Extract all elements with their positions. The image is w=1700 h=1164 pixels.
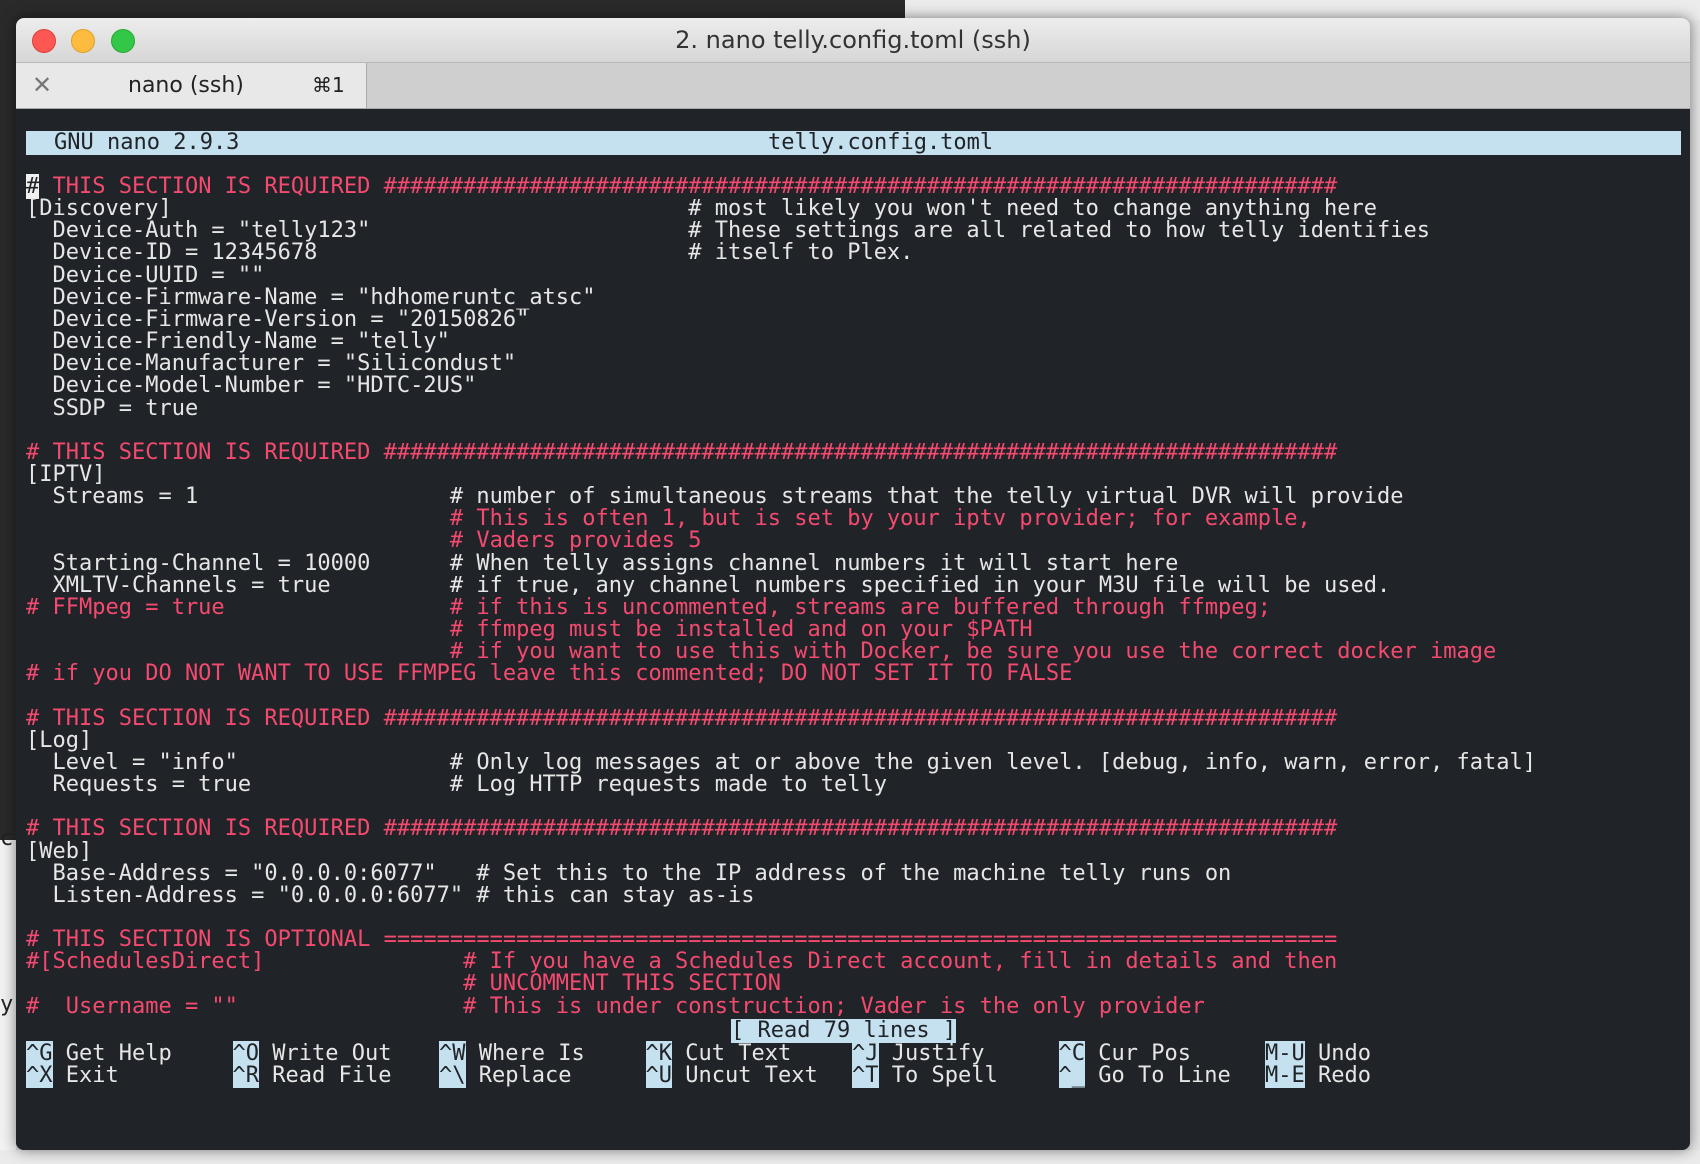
- nano-version: GNU nano 2.9.3: [54, 131, 240, 155]
- shortcut-key: ^T: [852, 1063, 879, 1088]
- nano-screen[interactable]: GNU nano 2.9.3 telly.config.toml # THIS …: [26, 131, 1681, 1136]
- title-bar[interactable]: 2. nano telly.config.toml (ssh): [16, 18, 1690, 63]
- background-left-dark: [0, 60, 16, 840]
- shortcut-key: ^R: [232, 1063, 259, 1088]
- status-message: [ Read 79 lines ]: [731, 1018, 957, 1043]
- editor-line[interactable]: # if you DO NOT WANT TO USE FFMPEG leave…: [26, 662, 1072, 686]
- editor-line[interactable]: Requests = true # Log HTTP requests made…: [26, 772, 887, 798]
- tab-bar: ✕ nano (ssh) ⌘1: [16, 63, 1690, 109]
- editor-line[interactable]: # THIS SECTION IS REQUIRED #############…: [26, 817, 1337, 841]
- shortcut-uncut-text[interactable]: ^U Uncut Text: [645, 1063, 818, 1088]
- window-title: 2. nano telly.config.toml (ssh): [675, 26, 1031, 54]
- line-text: SSDP = true: [26, 395, 199, 421]
- background-stray-text: c: [0, 826, 14, 851]
- shortcut-label: Uncut Text: [685, 1063, 818, 1088]
- terminal-window: 2. nano telly.config.toml (ssh) ✕ nano (…: [16, 18, 1690, 1150]
- shortcut-label: Replace: [478, 1063, 572, 1088]
- line-text: # Username = "" # This is under construc…: [26, 993, 1205, 1019]
- editor-line[interactable]: SSDP = true: [26, 395, 199, 421]
- terminal-view[interactable]: GNU nano 2.9.3 telly.config.toml # THIS …: [16, 109, 1690, 1150]
- shortcut-key: ^\: [439, 1063, 466, 1088]
- nano-filename: telly.config.toml: [768, 131, 994, 155]
- background-stray-text: y: [0, 992, 14, 1017]
- shortcut-exit[interactable]: ^X Exit: [26, 1063, 119, 1088]
- shortcut-label: To Spell: [891, 1063, 998, 1088]
- line-text: Listen-Address = "0.0.0.0:6077" # this c…: [26, 882, 755, 908]
- editor-line[interactable]: # Username = "" # This is under construc…: [26, 993, 1205, 1019]
- shortcut-redo[interactable]: M-E Redo: [1265, 1063, 1371, 1088]
- shortcut-label: Redo: [1318, 1063, 1371, 1088]
- tab-shortcut: ⌘1: [312, 73, 345, 97]
- shortcut-key: ^X: [26, 1063, 53, 1088]
- background-right-strip: [1690, 20, 1700, 1164]
- shortcut-label: Read File: [272, 1063, 392, 1088]
- tab-nano-ssh[interactable]: ✕ nano (ssh) ⌘1: [16, 63, 367, 108]
- shortcut-label: Go To Line: [1098, 1063, 1231, 1088]
- editor-line[interactable]: # THIS SECTION IS REQUIRED #############…: [26, 705, 1338, 731]
- shortcut-read-file[interactable]: ^R Read File: [232, 1063, 392, 1088]
- shortcut-label: Exit: [65, 1063, 119, 1088]
- nano-header: GNU nano 2.9.3 telly.config.toml: [26, 131, 1681, 155]
- line-text: Requests = true # Log HTTP requests made…: [26, 772, 887, 798]
- tab-label: nano (ssh): [128, 73, 244, 98]
- background-bottom-strip: [0, 1150, 1700, 1164]
- editor-line[interactable]: # THIS SECTION IS REQUIRED #############…: [26, 439, 1338, 465]
- close-tab-icon[interactable]: ✕: [32, 71, 52, 99]
- shortcut-key: ^U: [645, 1063, 672, 1088]
- shortcut-key: ^_: [1058, 1063, 1085, 1088]
- shortcut-to-spell[interactable]: ^T To Spell: [852, 1063, 998, 1088]
- line-text: # THIS SECTION IS REQUIRED #############…: [26, 816, 1338, 842]
- line-text: # THIS SECTION IS REQUIRED #############…: [26, 705, 1338, 731]
- line-text: # if you DO NOT WANT TO USE FFMPEG leave…: [26, 661, 1073, 687]
- shortcut-replace[interactable]: ^\ Replace: [439, 1063, 572, 1088]
- line-text: # THIS SECTION IS REQUIRED #############…: [26, 439, 1338, 465]
- shortcut-key: M-E: [1265, 1063, 1305, 1088]
- shortcut-go-to-line[interactable]: ^_ Go To Line: [1058, 1063, 1231, 1088]
- status-row: [ Read 79 lines ]: [26, 1019, 957, 1043]
- editor-line[interactable]: Listen-Address = "0.0.0.0:6077" # this c…: [26, 882, 755, 908]
